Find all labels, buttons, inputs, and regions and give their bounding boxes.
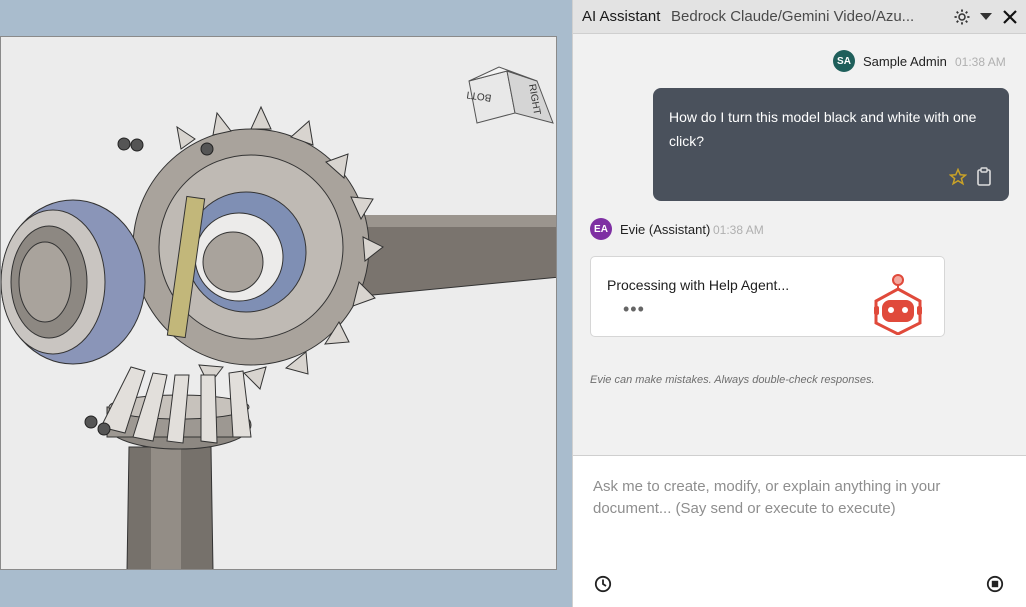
assistant-name: Evie (Assistant) — [620, 222, 711, 237]
panel-title: AI Assistant — [582, 8, 661, 25]
chevron-down-icon — [980, 13, 992, 20]
chat-input-area — [573, 455, 1026, 607]
ai-assistant-panel: AI Assistant Bedrock Claude/Gemini Video… — [572, 0, 1026, 607]
user-avatar: SA — [833, 50, 855, 72]
assistant-avatar: EA — [590, 218, 612, 240]
clipboard-icon[interactable] — [976, 167, 992, 187]
gear-icon — [954, 9, 970, 25]
panel-header: AI Assistant Bedrock Claude/Gemini Video… — [573, 0, 1026, 34]
model-selector[interactable]: Bedrock Claude/Gemini Video/Azu... — [671, 8, 933, 25]
stop-icon[interactable] — [986, 575, 1004, 593]
user-message-time: 01:38 AM — [955, 55, 1006, 69]
model-canvas[interactable]: BOTTOM RIGHT — [0, 36, 557, 570]
close-icon — [1003, 10, 1017, 24]
processing-text: Processing with Help Agent... — [607, 277, 790, 293]
cad-viewport[interactable]: BOTTOM RIGHT — [0, 0, 572, 607]
user-name: Sample Admin — [863, 54, 947, 69]
history-clock-icon[interactable] — [594, 575, 612, 593]
user-message-bubble: How do I turn this model black and white… — [653, 88, 1009, 201]
options-dropdown-button[interactable] — [977, 4, 995, 30]
star-icon[interactable] — [949, 168, 967, 186]
user-message-text: How do I turn this model black and white… — [669, 109, 977, 149]
chat-input[interactable] — [593, 476, 993, 546]
processing-card: Processing with Help Agent... ••• — [590, 256, 945, 337]
disclaimer-text: Evie can make mistakes. Always double-ch… — [590, 374, 875, 386]
assistant-message-time: 01:38 AM — [713, 223, 764, 237]
settings-button[interactable] — [949, 4, 975, 30]
view-cube[interactable]: BOTTOM RIGHT — [467, 63, 557, 135]
typing-indicator: ••• — [623, 299, 645, 319]
close-button[interactable] — [997, 4, 1023, 30]
help-agent-robot-icon — [874, 274, 922, 335]
